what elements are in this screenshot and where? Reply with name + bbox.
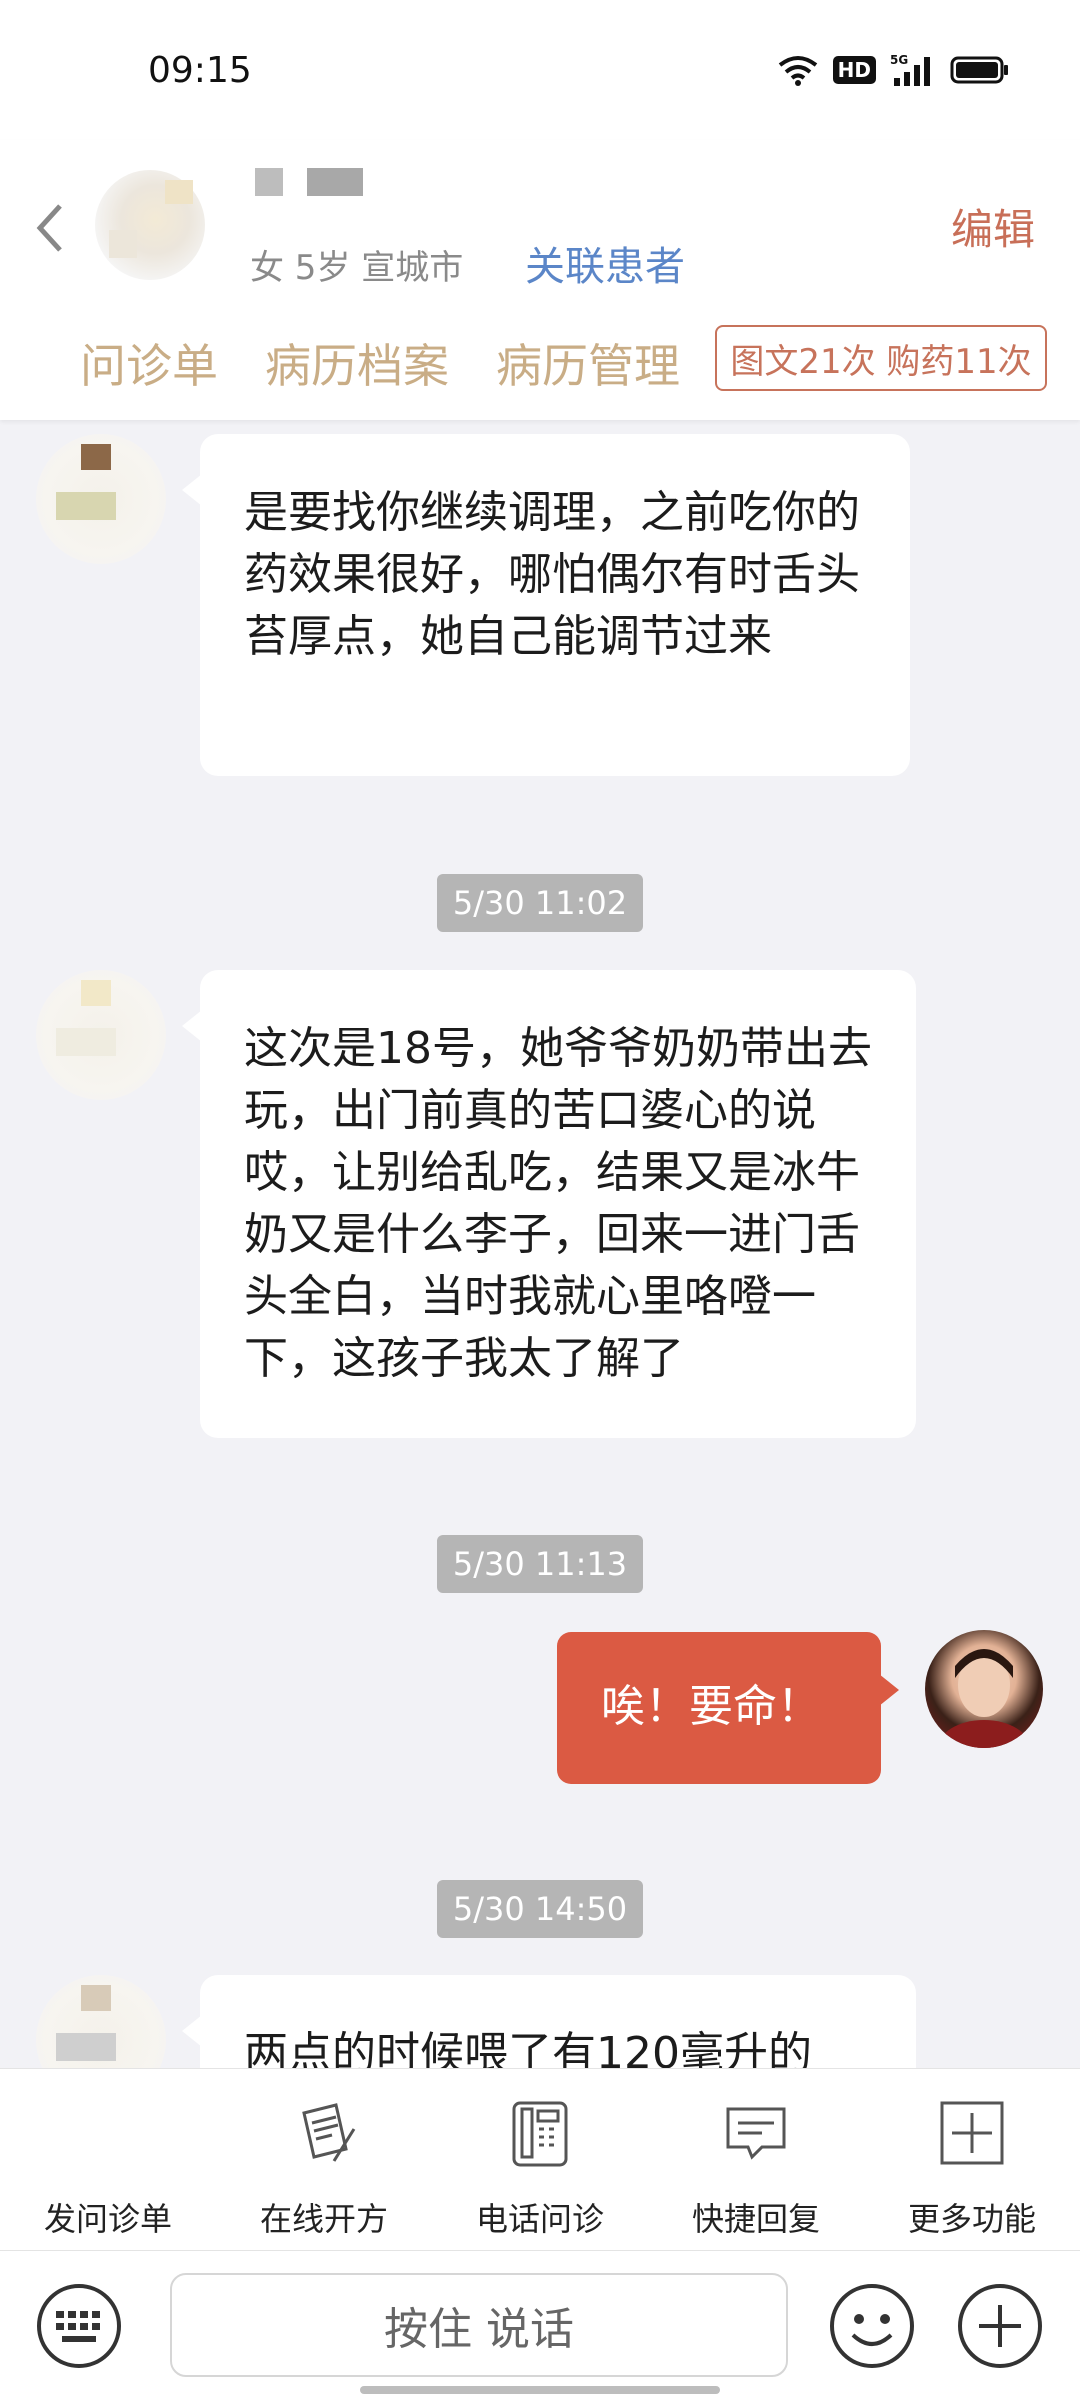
message-text: 这次是18号，她爷爷奶奶带出去玩，出门前真的苦口婆心的说哎，让别给乱吃，结果又是… [244, 1023, 872, 1384]
quick-reply-button[interactable]: 快捷回复 [648, 2069, 864, 2251]
battery-icon [950, 56, 1008, 84]
patient-message-avatar [36, 1975, 166, 2068]
more-icon [940, 2101, 1004, 2165]
keyboard-icon[interactable] [34, 2281, 124, 2371]
tool-label: 更多功能 [907, 2200, 1036, 2238]
message-bubble[interactable]: 两点的时候喂了有120毫升的 [182, 1975, 916, 2068]
hold-to-talk-button[interactable]: 按住 说话 [170, 2273, 788, 2377]
input-bar: 按住 说话 [0, 2250, 1080, 2401]
tool-label: 发问诊单 [43, 2200, 172, 2238]
phone-icon [512, 2101, 568, 2167]
link-patient-button[interactable]: 关联患者 [525, 234, 685, 292]
doctor-message-bubble[interactable]: 唉！要命！ [557, 1632, 899, 1784]
timestamp: 5/30 14:50 [437, 1880, 643, 1938]
patient-name-blurred [255, 168, 363, 196]
tab-medical-records[interactable]: 病历档案 [265, 330, 449, 396]
timestamp: 5/30 11:02 [437, 874, 643, 932]
status-icons: HD 5G [777, 50, 1010, 90]
prescription-icon [302, 2103, 356, 2162]
patient-avatar [95, 170, 205, 280]
tab-questionnaire[interactable]: 问诊单 [80, 330, 218, 396]
status-time: 09:15 [148, 50, 252, 91]
tool-label: 电话问诊 [475, 2200, 604, 2238]
svg-text:5G: 5G [890, 53, 908, 67]
timestamp: 5/30 11:13 [437, 1535, 643, 1593]
message-text: 唉！要命！ [601, 1681, 821, 1732]
action-toolbar: 发问诊单 在线开方 电话问诊 快捷回复 更多功能 [0, 2068, 1080, 2251]
message-bubble[interactable]: 这次是18号，她爷爷奶奶带出去玩，出门前真的苦口婆心的说哎，让别给乱吃，结果又是… [182, 970, 916, 1438]
plus-icon[interactable] [955, 2281, 1045, 2371]
tool-label: 在线开方 [259, 2200, 388, 2238]
emoji-icon[interactable] [827, 2281, 917, 2371]
patient-header: 女 5岁 宣城市 关联患者 编辑 问诊单 病历档案 病历管理 图文21次 购药1… [0, 140, 1080, 420]
wifi-icon [778, 56, 817, 86]
back-arrow-icon[interactable] [30, 198, 70, 258]
message-text: 是要找你继续调理，之前吃你的药效果很好，哪怕偶尔有时舌头苔厚点，她自己能调节过来 [244, 487, 860, 662]
chat-area[interactable]: 是要找你继续调理，之前吃你的药效果很好，哪怕偶尔有时舌头苔厚点，她自己能调节过来… [0, 420, 1080, 2068]
edit-button[interactable]: 编辑 [951, 196, 1035, 257]
doctor-avatar [925, 1630, 1043, 1748]
hd-badge: HD [832, 56, 876, 84]
home-indicator [360, 2386, 720, 2394]
patient-info: 女 5岁 宣城市 [250, 248, 464, 288]
consult-count-badge: 图文21次 购药11次 [715, 325, 1047, 391]
tab-record-management[interactable]: 病历管理 [496, 330, 680, 396]
signal-icon: 5G [890, 53, 930, 86]
quick-reply-icon [726, 2107, 786, 2160]
online-prescription-button[interactable]: 在线开方 [216, 2069, 432, 2251]
tool-label: 快捷回复 [691, 2200, 820, 2238]
message-bubble[interactable]: 是要找你继续调理，之前吃你的药效果很好，哪怕偶尔有时舌头苔厚点，她自己能调节过来 [182, 434, 910, 776]
phone-consult-button[interactable]: 电话问诊 [432, 2069, 648, 2251]
patient-message-avatar [36, 970, 166, 1100]
message-text: 两点的时候喂了有120毫升的 [244, 2028, 812, 2068]
send-questionnaire-button[interactable]: 发问诊单 [0, 2069, 216, 2251]
status-bar: 09:15 HD 5G [0, 0, 1080, 140]
more-functions-button[interactable]: 更多功能 [864, 2069, 1080, 2251]
patient-message-avatar [36, 434, 166, 564]
header-tabs: 问诊单 病历档案 病历管理 [80, 330, 680, 396]
questionnaire-icon [74, 2099, 142, 2167]
